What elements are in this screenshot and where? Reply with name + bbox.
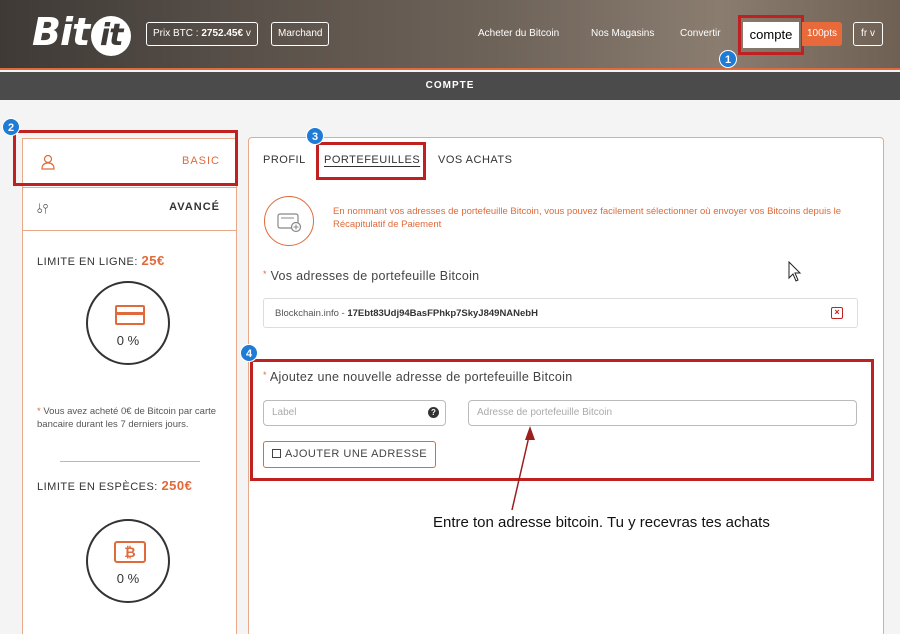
mouse-cursor-icon [788,261,802,282]
annotation-text: Entre ton adresse bitcoin. Tu y recevras… [433,514,770,531]
annotation-arrow [511,426,535,511]
